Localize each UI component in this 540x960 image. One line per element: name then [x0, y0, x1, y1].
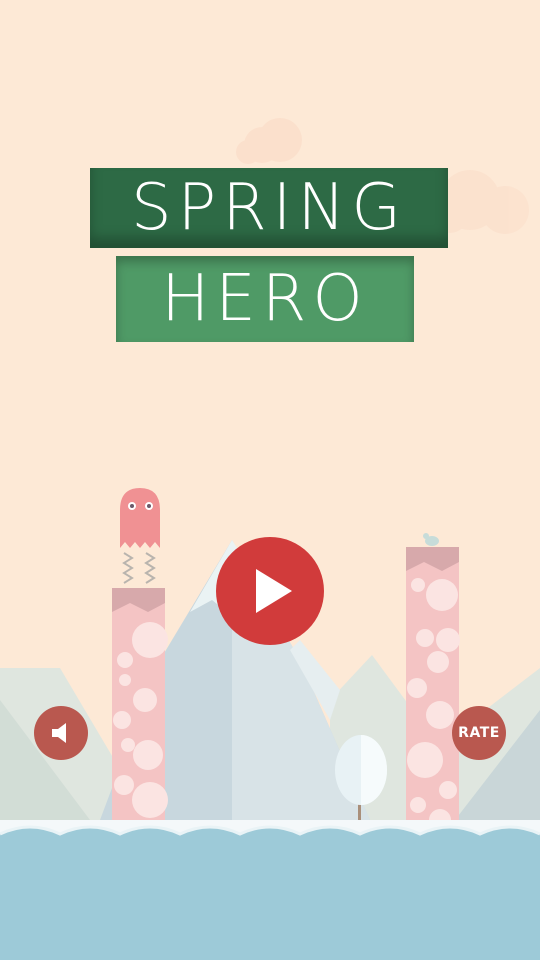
background-art	[0, 118, 540, 960]
ghost-character	[120, 488, 160, 548]
title-line-1: SPRING	[90, 168, 448, 248]
pillar-right	[406, 547, 460, 847]
rate-button[interactable]: RATE	[452, 706, 506, 760]
water	[0, 834, 540, 960]
cloud	[236, 118, 302, 164]
speaker-icon	[52, 723, 66, 743]
title-line-2: HERO	[116, 256, 414, 342]
bird	[423, 533, 439, 546]
play-icon	[256, 569, 292, 613]
sound-button[interactable]	[34, 706, 88, 760]
play-button[interactable]	[216, 537, 324, 645]
game-scene: SPRING HERO RATE	[0, 0, 540, 960]
pillar-left	[112, 588, 168, 848]
spring	[122, 552, 156, 584]
waves	[0, 827, 540, 850]
